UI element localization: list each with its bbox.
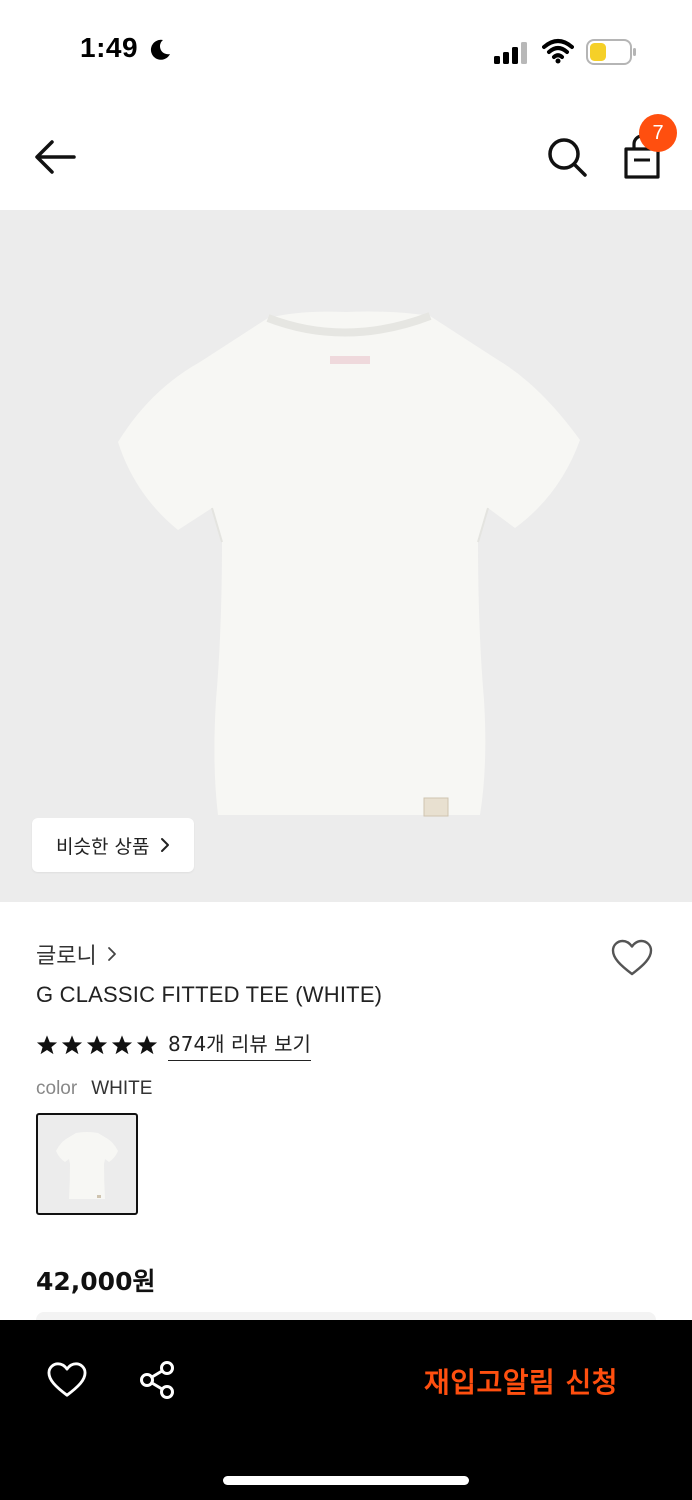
tshirt-thumbnail: [56, 1132, 118, 1199]
status-time: 1:49: [80, 32, 139, 63]
search-button[interactable]: [544, 134, 590, 180]
share-button[interactable]: [138, 1360, 178, 1400]
similar-products-label: 비슷한 상품: [56, 835, 150, 858]
star-icon: [86, 1034, 108, 1054]
bottom-action-bar: 재입고알림 신청: [0, 1320, 692, 1500]
chevron-right-icon: [107, 947, 116, 961]
product-title: G CLASSIC FITTED TEE (WHITE): [36, 982, 383, 1007]
color-label: color: [36, 1078, 78, 1099]
status-bar: 1:49: [0, 0, 692, 104]
arrow-left-icon: [35, 140, 76, 174]
battery-icon: [586, 39, 636, 65]
brand-name: 글로니: [36, 944, 97, 969]
home-indicator: [223, 1476, 469, 1485]
color-row: color WHITE: [36, 1078, 152, 1100]
star-icon: [111, 1034, 133, 1054]
color-option-white[interactable]: [36, 1113, 138, 1215]
rating-stars: [36, 1034, 158, 1056]
cellular-signal-icon: [494, 42, 527, 64]
search-icon: [548, 138, 587, 177]
tshirt-image: [118, 311, 580, 817]
product-image[interactable]: [0, 210, 692, 902]
reviews-link[interactable]: 874개 리뷰 보기: [168, 1028, 311, 1061]
bottom-wishlist-button[interactable]: [46, 1361, 88, 1399]
brand-link[interactable]: 글로니: [36, 938, 117, 970]
cart-count-badge: 7: [639, 114, 677, 152]
back-button[interactable]: [30, 134, 82, 180]
similar-products-button[interactable]: 비슷한 상품: [32, 818, 194, 872]
color-value: WHITE: [91, 1078, 153, 1099]
heart-icon: [611, 939, 653, 976]
wishlist-button[interactable]: [610, 938, 654, 978]
restock-alert-button[interactable]: 재입고알림 신청: [380, 1350, 662, 1412]
share-icon: [140, 1361, 174, 1399]
moon-icon: [150, 39, 170, 60]
star-icon: [136, 1034, 158, 1054]
chevron-right-icon: [161, 838, 170, 852]
rating-row: 874개 리뷰 보기: [36, 1028, 311, 1061]
product-price: 42,000원: [36, 1267, 156, 1296]
wifi-icon: [542, 39, 574, 64]
star-icon: [36, 1034, 58, 1054]
star-icon: [61, 1034, 83, 1054]
heart-icon: [47, 1362, 87, 1397]
top-nav: [0, 104, 692, 210]
